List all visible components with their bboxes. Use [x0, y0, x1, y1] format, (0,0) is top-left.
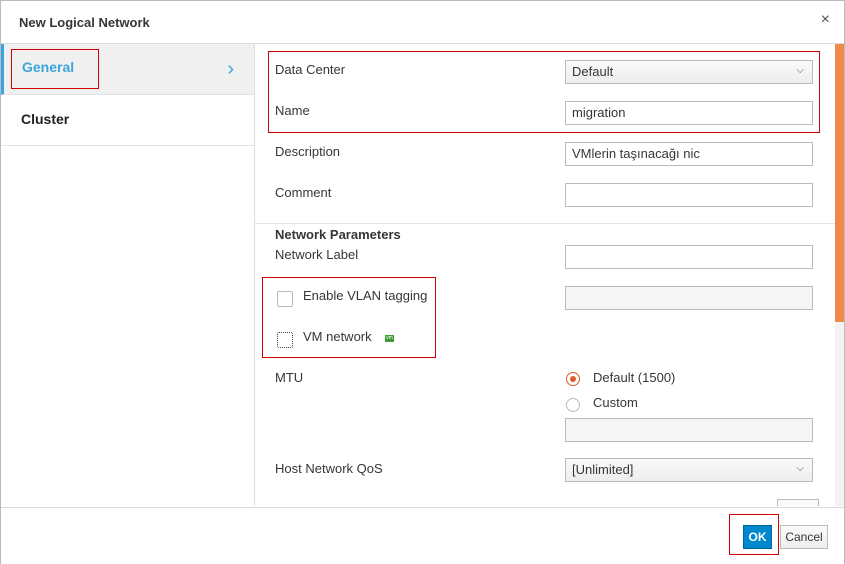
cancel-button[interactable]: Cancel — [780, 525, 828, 549]
data-center-value: Default — [572, 64, 614, 79]
dialog-footer: OK Cancel — [1, 507, 844, 564]
comment-input[interactable] — [565, 183, 813, 207]
comment-label: Comment — [275, 185, 332, 200]
section-divider — [255, 223, 835, 224]
general-form: Data Center Default ⌵ Name migration Des… — [255, 44, 835, 506]
chevron-down-icon: ⌵ — [796, 463, 804, 474]
vm-icon: vm — [385, 335, 394, 342]
vm-network-label: VM network — [303, 329, 372, 344]
host-qos-label: Host Network QoS — [275, 461, 383, 476]
network-label-label: Network Label — [275, 247, 359, 262]
chevron-right-icon: › — [227, 58, 234, 80]
data-center-select[interactable]: Default ⌵ — [565, 60, 813, 84]
name-label: Name — [275, 103, 310, 118]
scrollbar-thumb[interactable] — [835, 44, 844, 322]
mtu-custom-input[interactable] — [565, 418, 813, 442]
sidebar-item-label: Cluster — [21, 111, 70, 127]
sidebar-item-cluster[interactable]: Cluster — [1, 95, 254, 146]
description-input[interactable]: VMlerin taşınacağı nic — [565, 142, 813, 166]
name-input[interactable]: migration — [565, 101, 813, 125]
network-label-input[interactable] — [565, 245, 813, 269]
chevron-down-icon: ⌵ — [796, 65, 804, 76]
vlan-tagging-checkbox[interactable] — [277, 291, 293, 307]
sidebar-item-general[interactable]: General › — [1, 44, 254, 95]
name-value: migration — [572, 105, 626, 120]
mtu-default-radio[interactable] — [566, 372, 580, 386]
vm-network-checkbox[interactable] — [277, 332, 293, 348]
vlan-tagging-label: Enable VLAN tagging — [303, 288, 428, 303]
dialog-title: New Logical Network — [19, 15, 150, 30]
vlan-id-input[interactable] — [565, 286, 813, 310]
close-icon[interactable]: × — [821, 11, 830, 29]
host-qos-value: [Unlimited] — [572, 462, 634, 477]
ok-button[interactable]: OK — [743, 525, 772, 549]
description-label: Description — [275, 144, 341, 159]
new-logical-network-dialog: New Logical Network × General › Cluster … — [0, 0, 845, 564]
host-qos-select[interactable]: [Unlimited] ⌵ — [565, 458, 813, 482]
sidebar-item-label: General — [22, 59, 75, 75]
dialog-header: New Logical Network × — [1, 1, 844, 44]
sidebar: General › Cluster — [1, 44, 255, 506]
description-value: VMlerin taşınacağı nic — [572, 146, 700, 161]
mtu-custom-radio[interactable] — [566, 398, 580, 412]
mtu-label: MTU — [275, 370, 304, 385]
data-center-label: Data Center — [275, 62, 346, 77]
mtu-default-label: Default (1500) — [593, 370, 676, 385]
mtu-custom-label: Custom — [593, 395, 638, 410]
partial-button[interactable] — [777, 499, 819, 506]
network-parameters-title: Network Parameters — [275, 227, 401, 242]
